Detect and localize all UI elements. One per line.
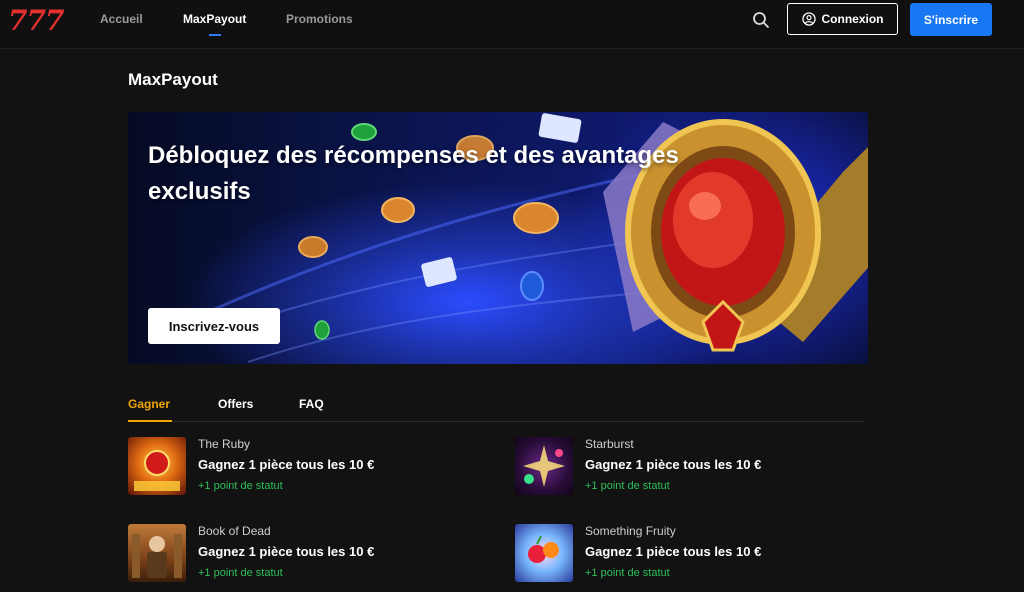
banner-title: Débloquez des récompenses et des avantag… — [148, 142, 679, 205]
game-name: Book of Dead — [198, 524, 271, 538]
game-card-book-of-dead[interactable]: Book of Dead Gagnez 1 pièce tous les 10 … — [128, 524, 468, 582]
game-name: The Ruby — [198, 437, 251, 451]
game-thumbnail — [515, 437, 573, 495]
game-name: Starburst — [585, 437, 634, 451]
game-card-something-fruity[interactable]: Something Fruity Gagnez 1 pièce tous les… — [515, 524, 855, 582]
login-button[interactable]: Connexion — [787, 3, 898, 35]
game-reward: Gagnez 1 pièce tous les 10 € — [198, 457, 375, 472]
game-status-points: +1 point de statut — [198, 480, 283, 492]
tab-offers[interactable]: Offers — [218, 397, 253, 411]
game-status-points: +1 point de statut — [198, 567, 283, 579]
top-navbar: 777 Accueil MaxPayout Promotions Connexi… — [0, 0, 1024, 49]
game-reward: Gagnez 1 pièce tous les 10 € — [585, 457, 762, 472]
user-icon — [801, 12, 816, 26]
signup-button[interactable]: S'inscrire — [910, 3, 992, 36]
tab-active-indicator — [128, 420, 172, 422]
promo-banner: Débloquez des récompenses et des avantag… — [128, 112, 868, 364]
game-thumbnail — [515, 524, 573, 582]
tab-faq[interactable]: FAQ — [299, 397, 324, 411]
game-card-the-ruby[interactable]: The Ruby Gagnez 1 pièce tous les 10 € +1… — [128, 437, 468, 495]
game-name: Something Fruity — [585, 524, 676, 538]
banner-signup-button[interactable]: Inscrivez-vous — [148, 308, 280, 344]
game-reward: Gagnez 1 pièce tous les 10 € — [585, 544, 762, 559]
nav-accueil[interactable]: Accueil — [100, 12, 143, 26]
page-title: MaxPayout — [128, 70, 218, 89]
site-logo[interactable]: 777 — [8, 4, 64, 37]
game-thumbnail — [128, 437, 186, 495]
search-icon[interactable] — [752, 11, 770, 29]
game-thumbnail — [128, 524, 186, 582]
tabs-divider — [128, 421, 864, 422]
login-label: Connexion — [821, 12, 884, 26]
game-status-points: +1 point de statut — [585, 567, 670, 579]
tab-gagner[interactable]: Gagner — [128, 397, 170, 411]
game-reward: Gagnez 1 pièce tous les 10 € — [198, 544, 375, 559]
nav-maxpayout[interactable]: MaxPayout — [183, 12, 246, 26]
nav-promotions[interactable]: Promotions — [286, 12, 353, 26]
game-status-points: +1 point de statut — [585, 480, 670, 492]
game-card-starburst[interactable]: Starburst Gagnez 1 pièce tous les 10 € +… — [515, 437, 855, 495]
nav-active-indicator — [209, 34, 221, 36]
